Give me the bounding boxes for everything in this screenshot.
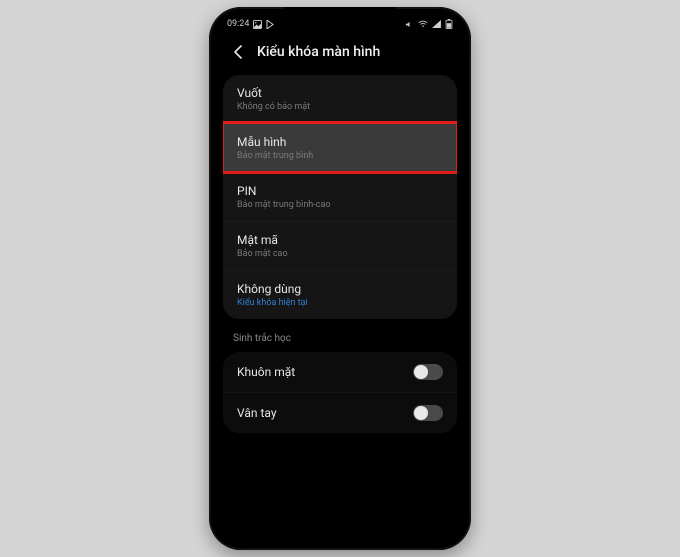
status-time: 09:24 [227,19,249,29]
biometric-section-label: Sinh trắc học [215,319,465,352]
signal-icon [432,20,441,28]
lock-option-none[interactable]: Không dùng Kiểu khóa hiện tại [223,270,457,319]
option-subtitle: Kiểu khóa hiện tại [237,298,443,308]
volume-icon [405,20,414,29]
battery-icon [445,19,453,29]
option-subtitle: Không có bảo mật [237,102,443,112]
lock-option-swipe[interactable]: Vuốt Không có bảo mật [223,75,457,123]
option-subtitle: Bảo mật cao [237,249,443,259]
lock-options-card: Vuốt Không có bảo mật Mẫu hình Bảo mật t… [223,75,457,319]
biometric-fingerprint-row[interactable]: Vân tay [223,392,457,433]
option-title: Không dùng [237,282,443,296]
play-icon [266,20,274,29]
screen: 09:24 [215,13,465,544]
page-title: Kiểu khóa màn hình [257,44,380,60]
lock-option-password[interactable]: Mật mã Bảo mật cao [223,221,457,270]
status-left: 09:24 [227,19,274,29]
fingerprint-toggle[interactable] [413,405,443,421]
lock-option-pattern[interactable]: Mẫu hình Bảo mật trung bình [223,123,457,172]
toggle-label: Vân tay [237,406,277,420]
option-title: Mẫu hình [237,135,443,149]
option-subtitle: Bảo mật trung bình [237,151,443,161]
biometric-face-row[interactable]: Khuôn mặt [223,352,457,392]
page-header: Kiểu khóa màn hình [215,33,465,75]
status-right [405,19,453,29]
lock-option-pin[interactable]: PIN Bảo mật trung bình-cao [223,172,457,221]
image-icon [253,20,262,29]
option-subtitle: Bảo mật trung bình-cao [237,200,443,210]
back-button[interactable] [229,43,247,61]
option-title: PIN [237,184,443,198]
wifi-icon [418,20,428,28]
phone-frame: 09:24 [209,7,471,550]
option-title: Vuốt [237,86,443,100]
biometric-card: Khuôn mặt Vân tay [223,352,457,433]
option-title: Mật mã [237,233,443,247]
toggle-label: Khuôn mặt [237,365,295,379]
display-notch [285,7,395,26]
face-toggle[interactable] [413,364,443,380]
